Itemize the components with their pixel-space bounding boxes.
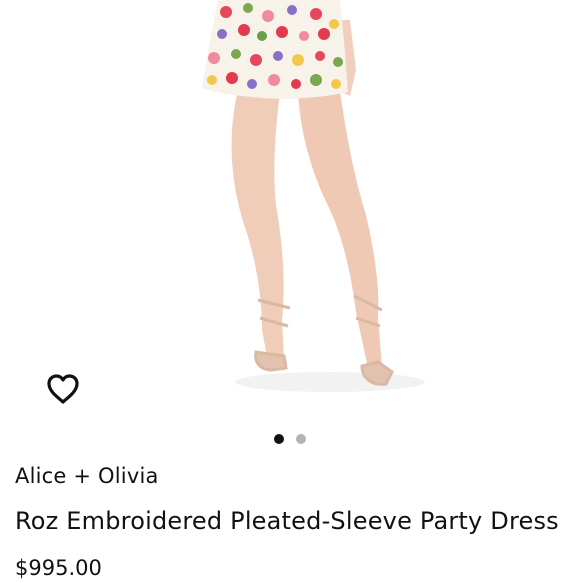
product-price: $995.00 [15, 556, 102, 580]
product-title: Roz Embroidered Pleated-Sleeve Party Dre… [15, 507, 559, 535]
image-pagination [0, 434, 580, 446]
heart-outline-icon [47, 374, 79, 404]
product-brand[interactable]: Alice + Olivia [15, 462, 159, 490]
right-leg [298, 92, 382, 368]
pagination-dot-active[interactable] [274, 434, 284, 444]
pagination-dot[interactable] [296, 434, 306, 444]
product-image[interactable] [0, 0, 580, 415]
favorite-button[interactable] [45, 372, 81, 406]
